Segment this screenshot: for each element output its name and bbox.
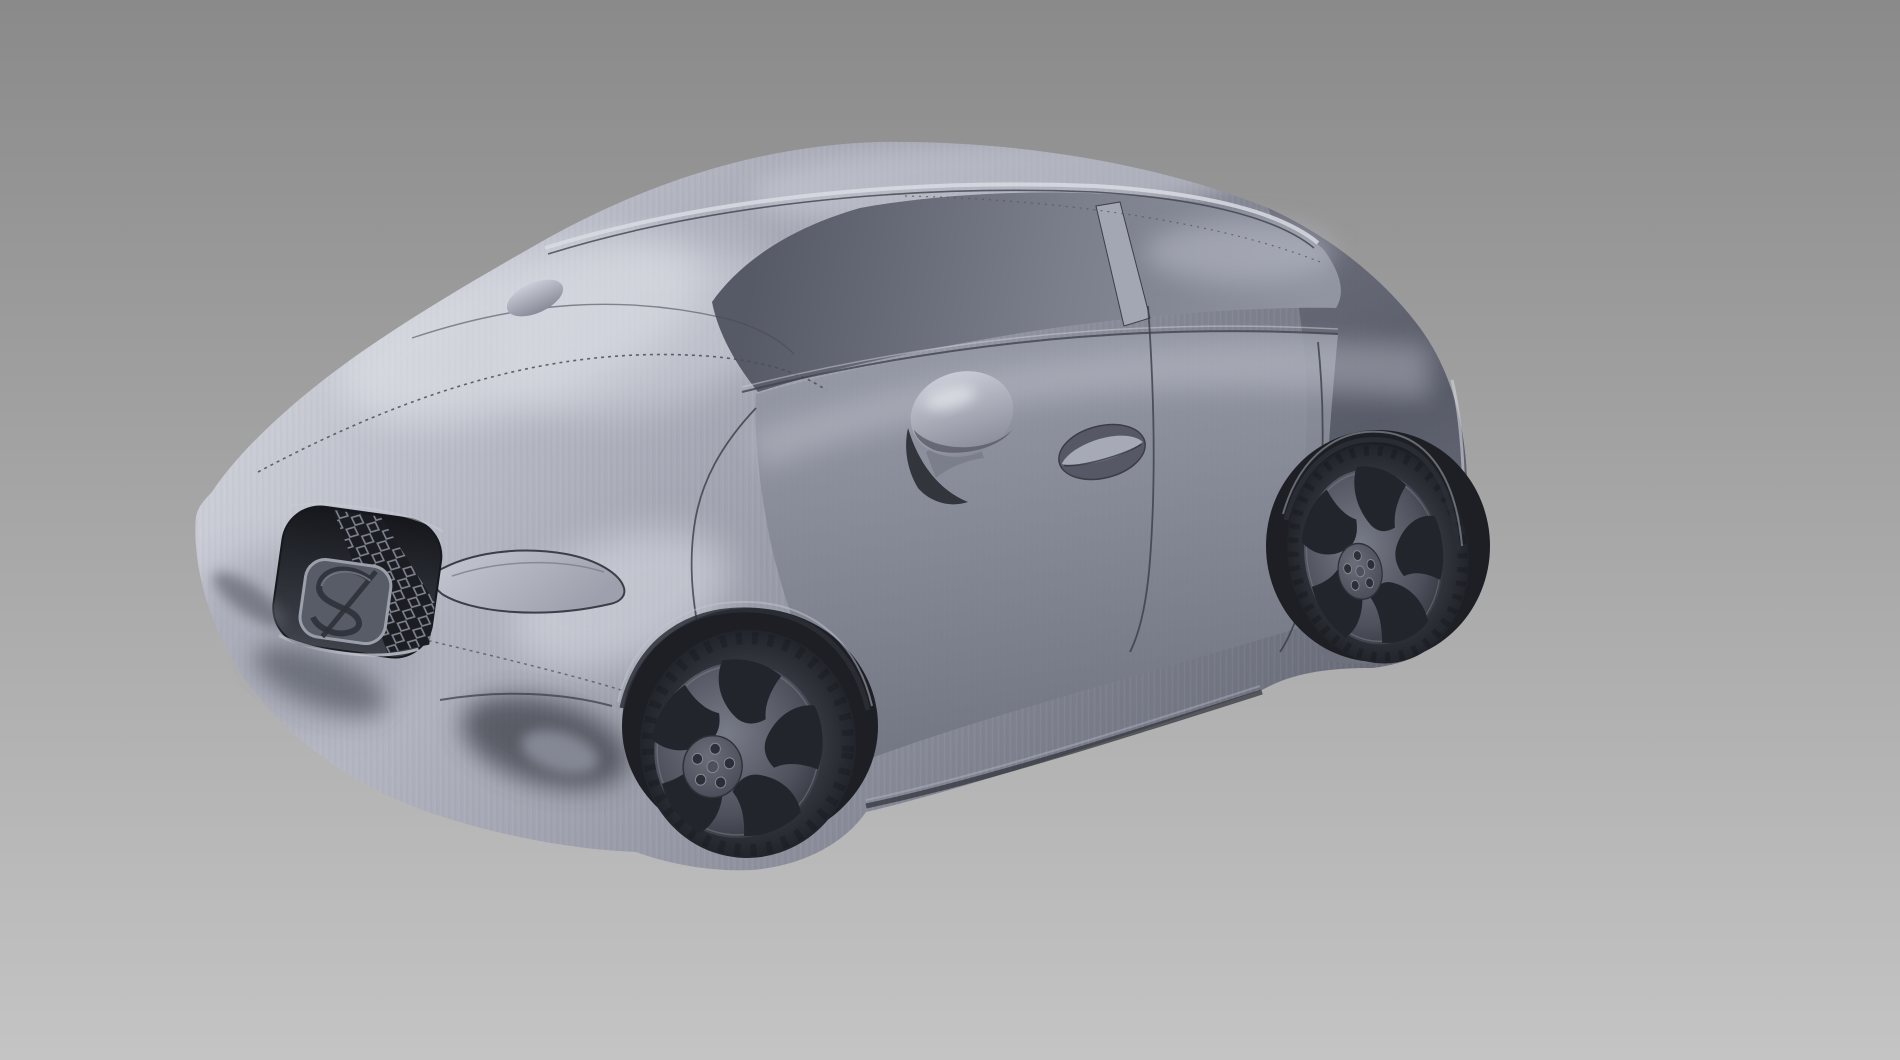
car-render [0,0,1900,1060]
glass-sheen [1145,222,1335,282]
front-grille [268,497,447,665]
render-viewport[interactable]: CAD-style 3D render of a silver-gray SEA… [0,0,1900,1060]
